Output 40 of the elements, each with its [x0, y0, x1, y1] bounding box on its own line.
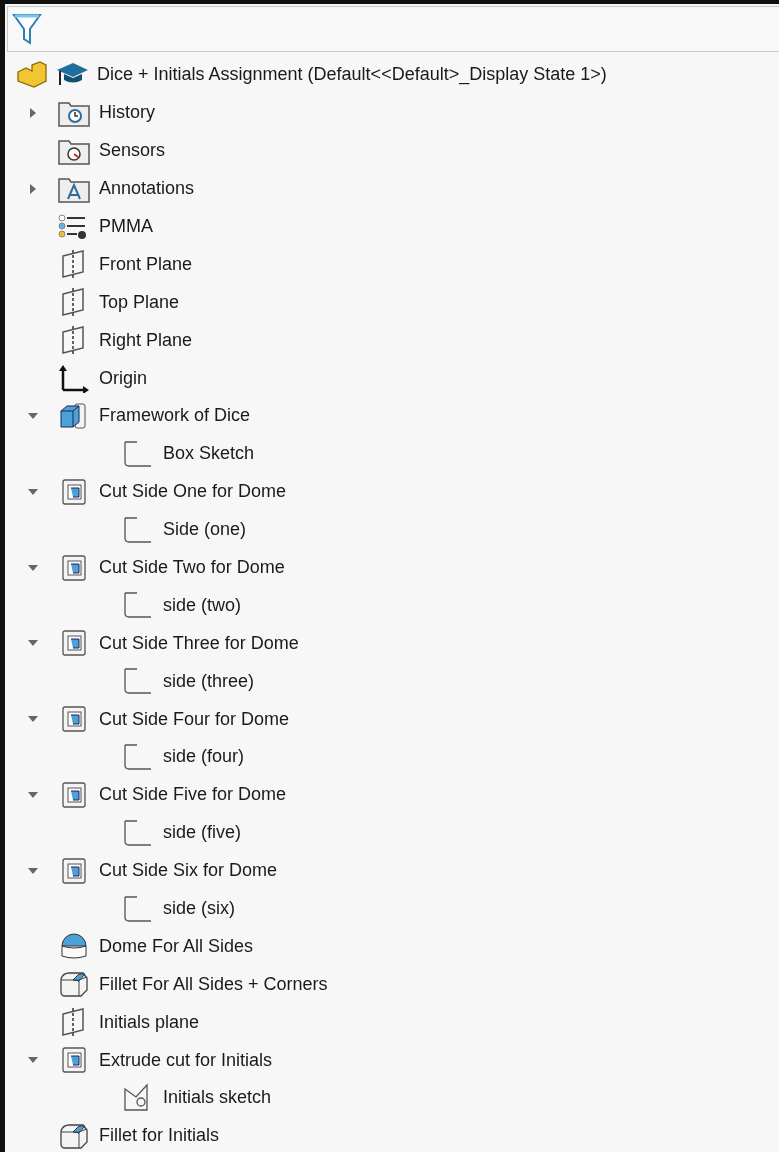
tree-item-label[interactable]: Right Plane	[99, 329, 193, 351]
tree-item-label[interactable]: side (three)	[163, 670, 255, 692]
expand-arrow-icon[interactable]	[28, 562, 38, 573]
tree-item-label[interactable]: side (five)	[163, 822, 242, 844]
part-icon	[15, 59, 49, 90]
tree-item-label[interactable]: Front Plane	[99, 253, 193, 275]
expand-arrow-icon[interactable]	[28, 107, 38, 118]
tree-item-label[interactable]: Box Sketch	[163, 443, 255, 465]
tree-item-label[interactable]: Cut Side Two for Dome	[99, 557, 285, 578]
filter-icon[interactable]	[12, 12, 42, 46]
part-name[interactable]: Dice + Initials Assignment (Default<<Default>_Display State 1>)	[97, 64, 607, 86]
expand-arrow-icon[interactable]	[28, 789, 38, 800]
tree-item-label[interactable]: side (four)	[163, 746, 245, 768]
tree-item-label[interactable]: Fillet For All Sides + Corners	[99, 973, 328, 995]
tree-item-label[interactable]: History	[99, 102, 155, 124]
tree-item-label[interactable]: Initials plane	[99, 1011, 200, 1033]
tree-item-label[interactable]: side (two)	[163, 594, 242, 616]
expand-arrow-icon[interactable]	[28, 410, 38, 421]
tree-item-label[interactable]: Cut Side Four for Dome	[99, 708, 290, 730]
tree-item-label[interactable]: side (six)	[163, 898, 235, 920]
expand-arrow-icon[interactable]	[28, 486, 38, 497]
tree-item-label[interactable]: Extrude cut for Initials	[99, 1049, 273, 1071]
tree-item-label[interactable]: Cut Side Five for Dome	[99, 784, 287, 806]
tree-item-label[interactable]: Origin	[99, 367, 147, 389]
tree-item-label[interactable]: Top Plane	[99, 291, 180, 313]
tree-item-label[interactable]: Cut Side Three for Dome	[99, 632, 299, 654]
expand-arrow-icon[interactable]	[28, 183, 38, 194]
fillet-box-icon	[57, 969, 91, 1000]
origin-icon	[57, 363, 91, 394]
tree-item-label[interactable]: Cut Side One for Dome	[99, 481, 287, 503]
tree-item-label[interactable]: Cut Side Six for Dome	[99, 860, 278, 882]
tree-item-label[interactable]: PMMA	[99, 216, 153, 237]
tree-item-label[interactable]: Sensors	[99, 140, 166, 162]
tree-item-label[interactable]: Annotations	[99, 178, 195, 200]
tree-item-label[interactable]: Dome For All Sides	[99, 935, 254, 957]
tree-item-label[interactable]: Side (one)	[163, 519, 247, 541]
tree-item-label[interactable]: Framework of Dice	[99, 405, 251, 427]
tree-item-label[interactable]: Fillet for Initials	[99, 1125, 220, 1147]
expand-arrow-icon[interactable]	[28, 865, 38, 876]
tree-item-label[interactable]: Initials sketch	[163, 1087, 272, 1109]
